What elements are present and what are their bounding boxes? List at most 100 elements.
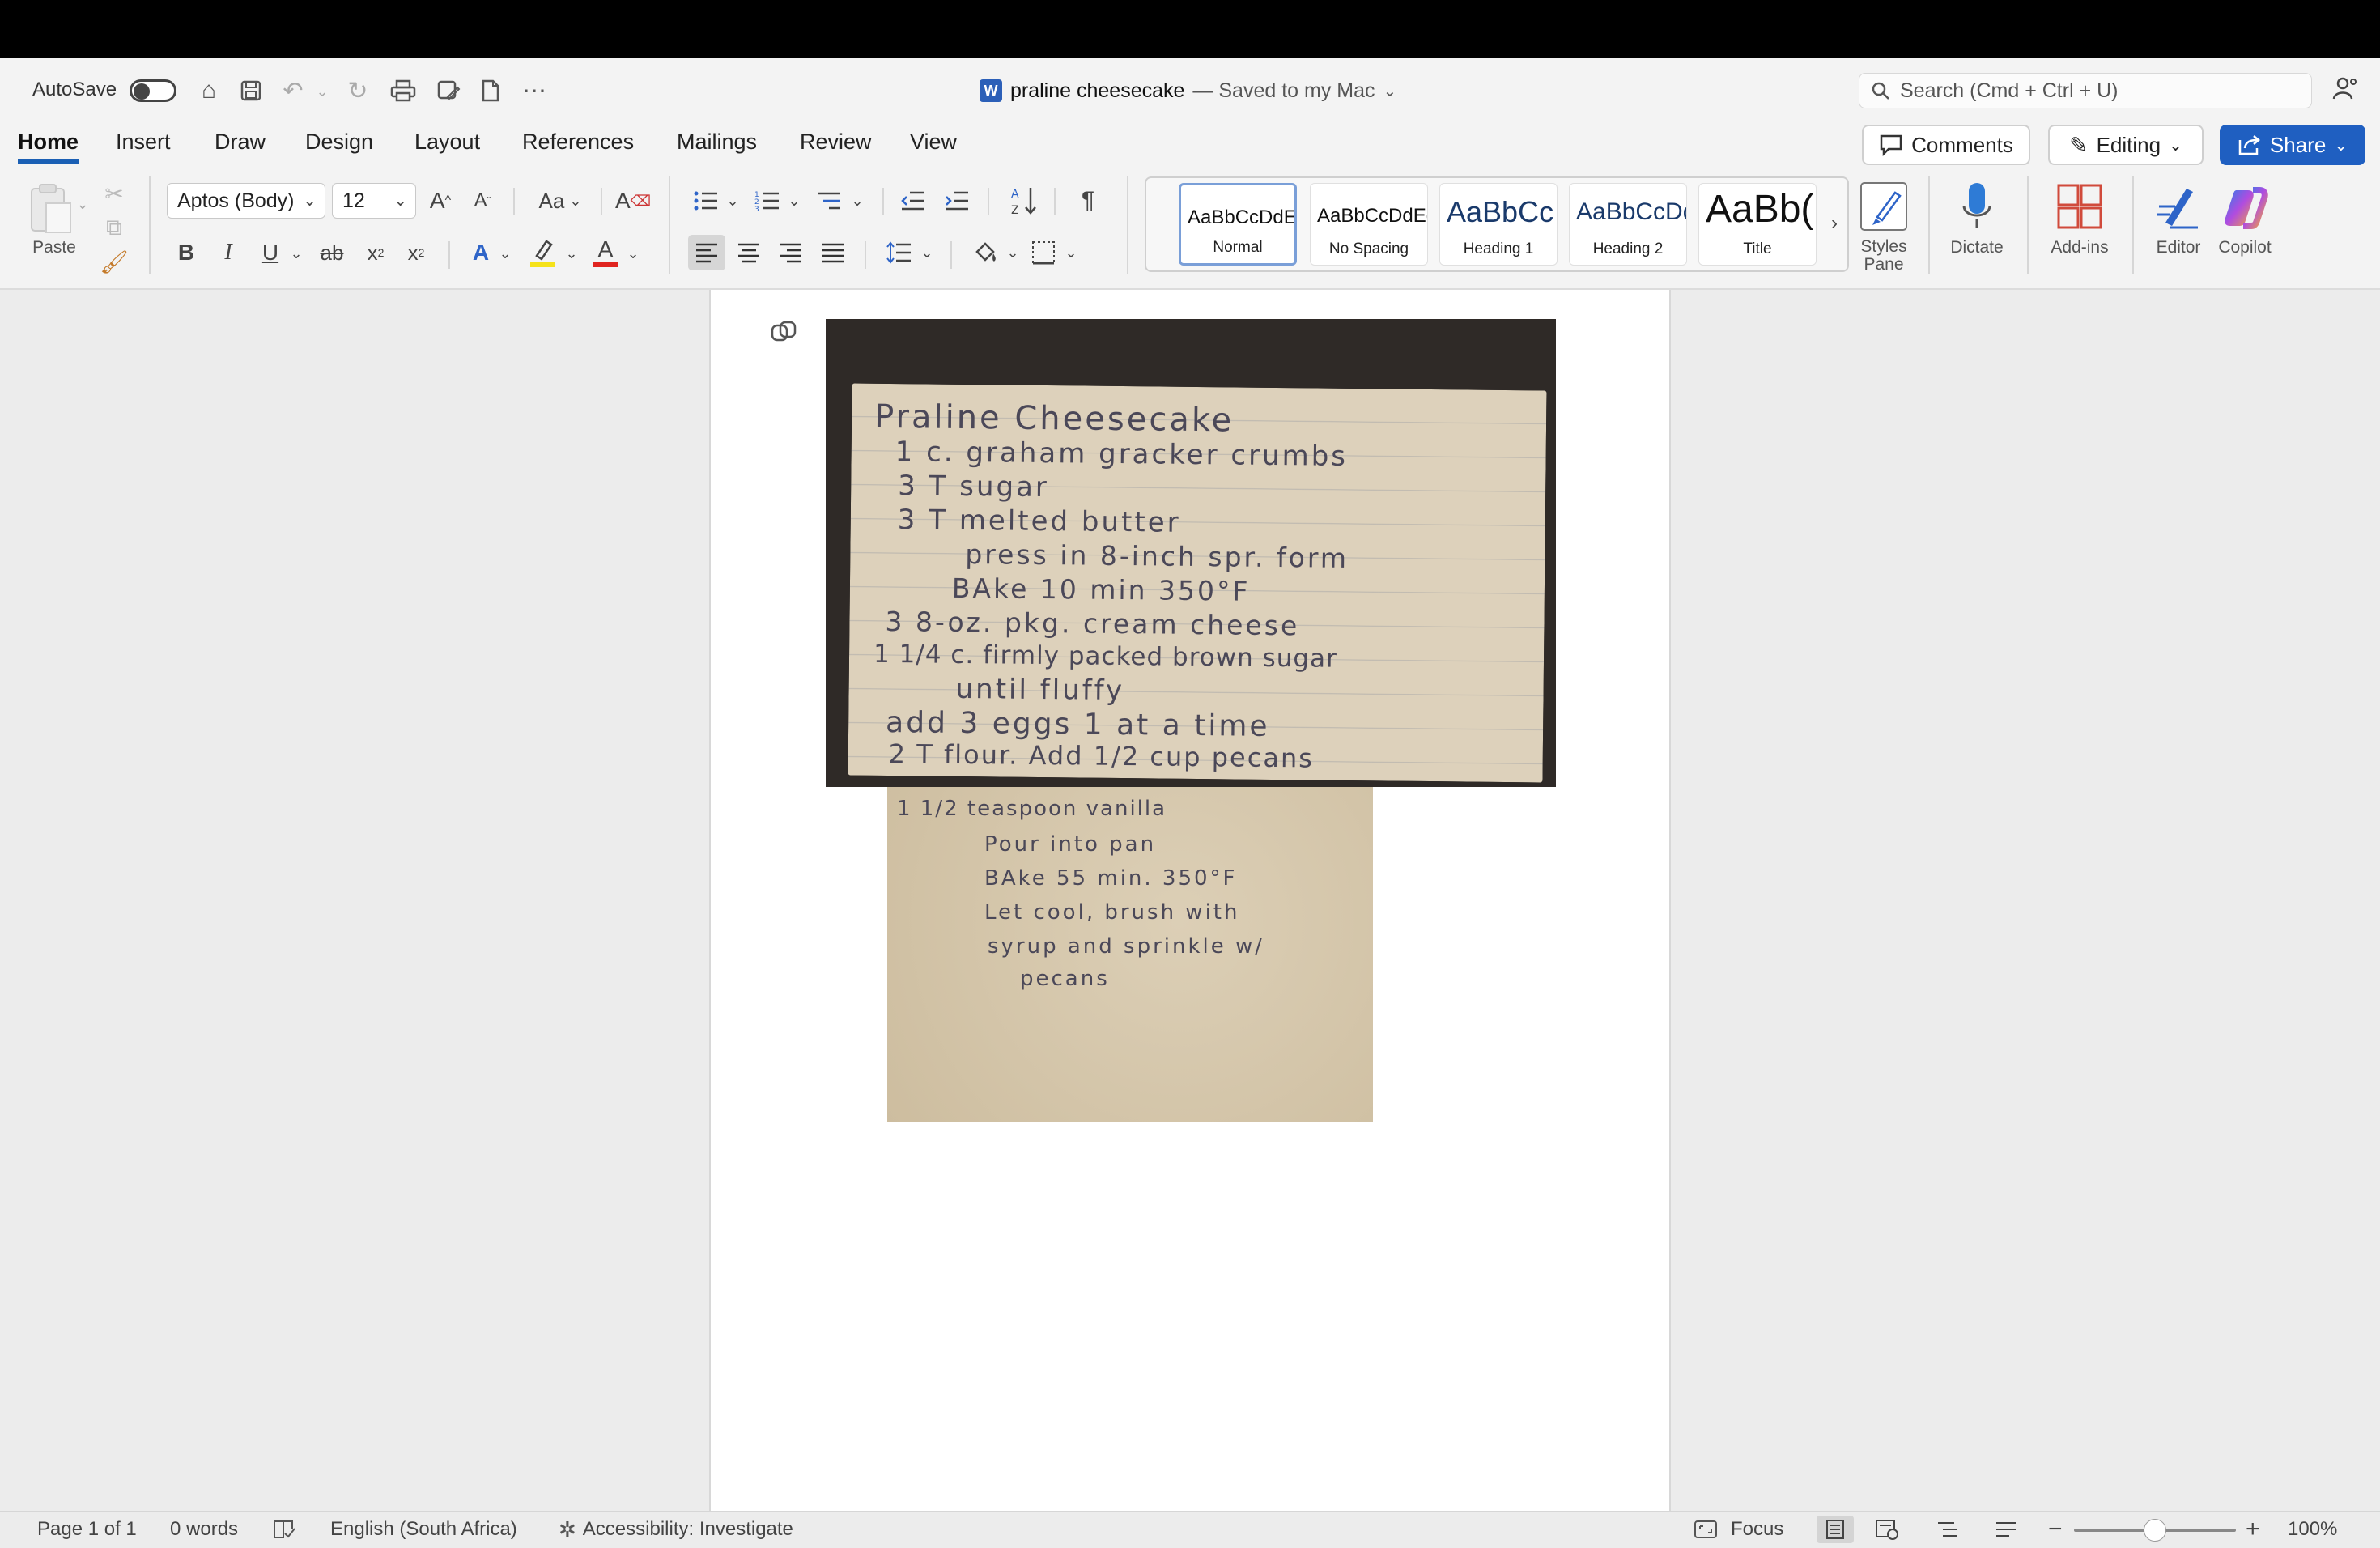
subscript-button[interactable]: x2 <box>361 236 390 269</box>
line-spacing-dropdown-icon[interactable]: ⌄ <box>920 243 934 262</box>
recipe-line: 2 T flour. Add 1/2 cup pecans <box>888 738 1315 774</box>
web-layout-view-button[interactable] <box>1875 1516 1899 1543</box>
font-name-select[interactable]: Aptos (Body) ⌄ <box>167 183 325 219</box>
recipe-card-photo-2[interactable]: 1 1/2 teaspoon vanilla Pour into pan BAk… <box>887 787 1373 1122</box>
highlight-icon[interactable] <box>526 235 559 270</box>
proofing-icon[interactable] <box>272 1516 296 1543</box>
print-layout-view-button[interactable] <box>1817 1516 1854 1543</box>
underline-button[interactable]: U <box>256 236 285 269</box>
strikethrough-button[interactable]: ab <box>316 236 348 269</box>
account-icon[interactable] <box>2331 74 2359 108</box>
word-count[interactable]: 0 words <box>170 1516 238 1543</box>
redo-icon[interactable]: ↻ <box>343 76 372 105</box>
decrease-indent-icon[interactable] <box>897 183 929 219</box>
tab-references[interactable]: References <box>522 130 634 164</box>
text-effects-dropdown-icon[interactable]: ⌄ <box>497 243 513 264</box>
language-status[interactable]: English (South Africa) <box>330 1516 517 1543</box>
styles-pane-button[interactable] <box>1855 178 1912 235</box>
bullets-dropdown-icon[interactable]: ⌄ <box>725 191 740 211</box>
format-painter-icon[interactable]: 🖌 <box>100 246 129 277</box>
cut-icon[interactable]: ✂ <box>100 180 128 207</box>
tab-draw[interactable]: Draw <box>215 130 266 164</box>
editor-button[interactable] <box>2150 178 2207 235</box>
numbering-dropdown-icon[interactable]: ⌄ <box>787 191 801 211</box>
justify-button[interactable] <box>816 235 850 270</box>
chevron-down-icon: ⌄ <box>569 192 582 209</box>
style-title[interactable]: AaBb( Title <box>1698 183 1817 266</box>
align-left-button[interactable] <box>688 235 725 270</box>
style-normal[interactable]: AaBbCcDdEe Normal <box>1179 183 1297 266</box>
borders-icon[interactable] <box>1026 235 1060 270</box>
style-heading-1[interactable]: AaBbCc Heading 1 <box>1439 183 1558 266</box>
change-case-button[interactable]: Aa ⌄ <box>529 183 591 219</box>
chevron-right-icon[interactable]: › <box>1825 206 1844 241</box>
editing-mode-button[interactable]: ✎ Editing ⌄ <box>2048 125 2204 165</box>
tab-layout[interactable]: Layout <box>414 130 480 164</box>
separator <box>1127 176 1128 274</box>
home-icon[interactable]: ⌂ <box>194 76 223 105</box>
undo-dropdown-icon[interactable]: ⌄ <box>314 79 330 104</box>
clear-formatting-icon[interactable]: A ⌫ <box>615 183 651 219</box>
grow-font-icon[interactable]: A ^ <box>424 183 457 219</box>
outline-view-button[interactable] <box>1936 1516 1959 1543</box>
underline-dropdown-icon[interactable]: ⌄ <box>288 243 304 264</box>
numbering-icon[interactable]: 123 <box>751 183 784 219</box>
zoom-level[interactable]: 100% <box>2288 1516 2337 1543</box>
share-button[interactable]: Share ⌄ <box>2220 125 2365 165</box>
search-box[interactable]: Search (Cmd + Ctrl + U) <box>1859 73 2312 108</box>
increase-indent-icon[interactable] <box>941 183 973 219</box>
new-document-icon[interactable] <box>476 76 505 105</box>
page-count[interactable]: Page 1 of 1 <box>37 1516 137 1543</box>
style-no-spacing[interactable]: AaBbCcDdEe No Spacing <box>1310 183 1428 266</box>
italic-button[interactable]: I <box>214 236 243 269</box>
zoom-out-button[interactable]: − <box>2048 1516 2063 1543</box>
tab-insert[interactable]: Insert <box>116 130 171 164</box>
paste-button[interactable] <box>23 180 79 238</box>
tab-review[interactable]: Review <box>800 130 872 164</box>
tab-design[interactable]: Design <box>305 130 373 164</box>
tab-home[interactable]: Home <box>18 130 79 164</box>
align-right-button[interactable] <box>774 235 808 270</box>
multilevel-list-icon[interactable] <box>813 183 845 219</box>
style-heading-2[interactable]: AaBbCcDd Heading 2 <box>1569 183 1687 266</box>
addins-button[interactable] <box>2051 178 2108 235</box>
tab-view[interactable]: View <box>910 130 957 164</box>
text-effects-icon[interactable]: A <box>465 236 497 269</box>
copilot-button[interactable] <box>2216 178 2273 235</box>
accessibility-status[interactable]: ✲ Accessibility: Investigate <box>559 1516 793 1543</box>
bullets-icon[interactable] <box>690 183 722 219</box>
superscript-button[interactable]: x2 <box>402 236 431 269</box>
recipe-card-photo-1[interactable]: Praline Cheesecake 1 c. graham gracker c… <box>826 319 1556 787</box>
focus-mode-button[interactable]: Focus <box>1694 1516 1783 1543</box>
undo-icon[interactable]: ↶ <box>278 76 308 105</box>
highlight-dropdown-icon[interactable]: ⌄ <box>563 243 580 264</box>
font-size-select[interactable]: 12 ⌄ <box>332 183 416 219</box>
copy-icon[interactable]: ⧉ <box>100 214 128 241</box>
font-color-dropdown-icon[interactable]: ⌄ <box>625 243 641 264</box>
save-as-icon[interactable] <box>432 76 465 105</box>
shading-dropdown-icon[interactable]: ⌄ <box>1005 243 1020 262</box>
zoom-slider-thumb[interactable] <box>2144 1519 2166 1542</box>
print-icon[interactable] <box>387 76 419 105</box>
loop-icon[interactable] <box>769 319 801 351</box>
draft-view-button[interactable] <box>1995 1516 2017 1543</box>
document-title[interactable]: W praline cheesecake — Saved to my Mac ⌄ <box>980 76 1400 105</box>
tab-mailings[interactable]: Mailings <box>677 130 757 164</box>
paste-dropdown-icon[interactable]: ⌄ <box>74 194 91 214</box>
line-spacing-icon[interactable] <box>882 235 916 270</box>
comments-button[interactable]: Comments <box>1862 125 2030 165</box>
zoom-in-button[interactable]: + <box>2246 1516 2260 1543</box>
shrink-font-icon[interactable]: Aˇ <box>466 183 499 219</box>
multilevel-dropdown-icon[interactable]: ⌄ <box>850 191 865 211</box>
show-formatting-marks-icon[interactable]: ¶ <box>1072 183 1104 219</box>
dictate-button[interactable] <box>1953 178 2001 235</box>
borders-dropdown-icon[interactable]: ⌄ <box>1064 243 1078 262</box>
bold-button[interactable]: B <box>172 236 201 269</box>
shading-icon[interactable] <box>968 235 1002 270</box>
sort-icon[interactable]: AZ <box>1007 181 1039 220</box>
font-color-icon[interactable]: A <box>589 235 622 270</box>
autosave-toggle[interactable] <box>130 79 176 102</box>
align-center-button[interactable] <box>732 235 766 270</box>
save-icon[interactable] <box>236 76 266 105</box>
more-options-icon[interactable]: ⋯ <box>520 76 549 105</box>
